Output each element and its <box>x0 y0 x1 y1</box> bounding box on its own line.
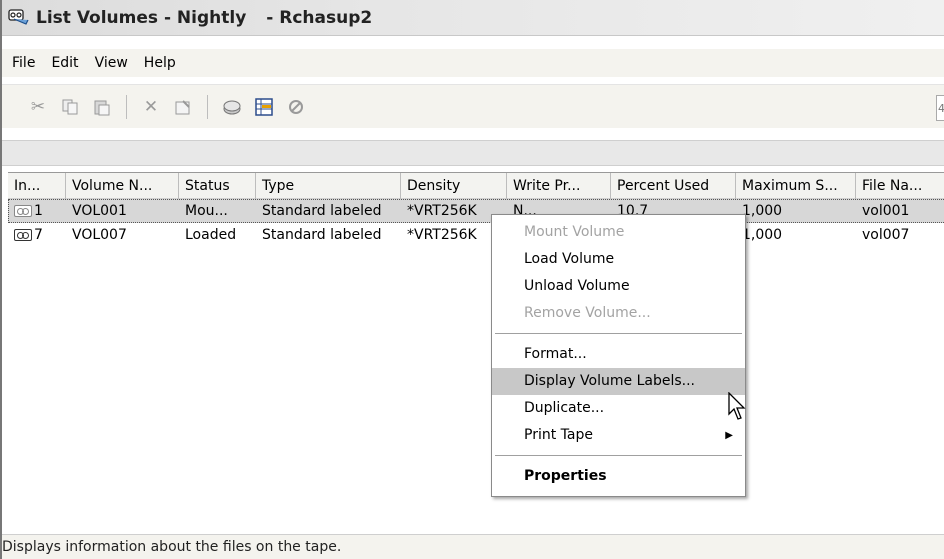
row-index: 7 <box>8 227 66 243</box>
row-type: Standard labeled <box>262 203 382 219</box>
column-header-volume-name[interactable]: Volume N... <box>66 173 179 199</box>
column-header-status[interactable]: Status <box>179 173 256 199</box>
column-header-maximum-size[interactable]: Maximum S... <box>736 173 856 199</box>
row-index-value: 7 <box>34 227 43 243</box>
window-title-text: List Volumes - Nightly <box>36 7 247 28</box>
delete-icon[interactable]: ✕ <box>139 95 163 119</box>
paste-icon[interactable] <box>90 95 114 119</box>
row-status: Mou... <box>185 203 228 219</box>
menu-item-properties[interactable]: Properties <box>492 463 745 490</box>
title-bar[interactable]: List Volumes - Nightly - Rchasup2 <box>2 0 944 36</box>
menu-file[interactable]: File <box>4 55 43 71</box>
menu-item-mount-volume[interactable]: Mount Volume <box>492 219 745 246</box>
menu-item-print-tape[interactable]: Print Tape ▶ <box>492 422 745 449</box>
toolbar-overflow[interactable]: 4 <box>936 95 944 121</box>
menu-help[interactable]: Help <box>136 55 184 71</box>
toolbar-separator <box>207 94 208 119</box>
row-file-name: vol001 <box>862 203 910 219</box>
menu-item-duplicate[interactable]: Duplicate... <box>492 395 745 422</box>
column-header-density[interactable]: Density <box>401 173 507 199</box>
toolbar: ✂ ✕ 4 <box>2 84 944 128</box>
row-index-value: 1 <box>34 203 43 219</box>
menu-bar: File Edit View Help <box>2 49 944 77</box>
list-header: In... Volume N... Status Type Density Wr… <box>8 173 944 199</box>
volume-list: In... Volume N... Status Type Density Wr… <box>8 172 944 530</box>
column-header-index[interactable]: In... <box>8 173 66 199</box>
grid-view-icon[interactable] <box>252 95 276 119</box>
properties-icon[interactable] <box>171 95 195 119</box>
menu-item-remove-volume[interactable]: Remove Volume... <box>492 300 745 327</box>
mouse-pointer-icon <box>728 392 746 420</box>
cut-icon[interactable]: ✂ <box>26 95 50 119</box>
row-type: Standard labeled <box>262 227 382 243</box>
tape-volume-icon <box>14 205 32 217</box>
menu-item-load-volume[interactable]: Load Volume <box>492 246 745 273</box>
row-volume: VOL007 <box>72 227 127 243</box>
context-menu: Mount Volume Load Volume Unload Volume R… <box>491 214 746 497</box>
tape-volume-icon <box>14 229 32 241</box>
column-header-percent-used[interactable]: Percent Used <box>611 173 736 199</box>
menu-view[interactable]: View <box>87 55 136 71</box>
table-row[interactable]: 7 VOL007 Loaded Standard labeled *VRT256… <box>8 223 944 247</box>
menu-edit[interactable]: Edit <box>43 55 86 71</box>
row-status: Loaded <box>185 227 237 243</box>
status-bar: Displays information about the files on … <box>2 534 944 559</box>
filter-bar <box>2 140 944 166</box>
tape-drive-icon[interactable] <box>220 95 244 119</box>
toolbar-separator <box>126 94 127 119</box>
window-title: List Volumes - Nightly - Rchasup2 <box>36 8 372 28</box>
row-file-name: vol007 <box>862 227 910 243</box>
tape-volume-app-icon <box>8 8 29 25</box>
window-system-name: - Rchasup2 <box>266 7 373 28</box>
menu-separator <box>495 333 742 334</box>
menu-item-display-volume-labels[interactable]: Display Volume Labels... <box>492 368 745 395</box>
menu-item-print-tape-label: Print Tape <box>524 427 593 443</box>
submenu-arrow-icon: ▶ <box>725 430 733 441</box>
menu-item-format[interactable]: Format... <box>492 341 745 368</box>
menu-separator <box>495 455 742 456</box>
table-row[interactable]: 1 VOL001 Mou... Standard labeled *VRT256… <box>8 199 944 223</box>
menu-item-unload-volume[interactable]: Unload Volume <box>492 273 745 300</box>
stop-icon[interactable] <box>284 95 308 119</box>
copy-icon[interactable] <box>58 95 82 119</box>
column-header-file-name[interactable]: File Na... <box>856 173 944 199</box>
row-maximum-size: 1,000 <box>742 203 783 219</box>
column-header-type[interactable]: Type <box>256 173 401 199</box>
row-volume: VOL001 <box>72 203 127 219</box>
column-header-write-protected[interactable]: Write Pr... <box>507 173 611 199</box>
app-window: List Volumes - Nightly - Rchasup2 File Ed… <box>0 0 944 559</box>
row-maximum-size: 1,000 <box>742 227 783 243</box>
row-index: 1 <box>8 203 66 219</box>
